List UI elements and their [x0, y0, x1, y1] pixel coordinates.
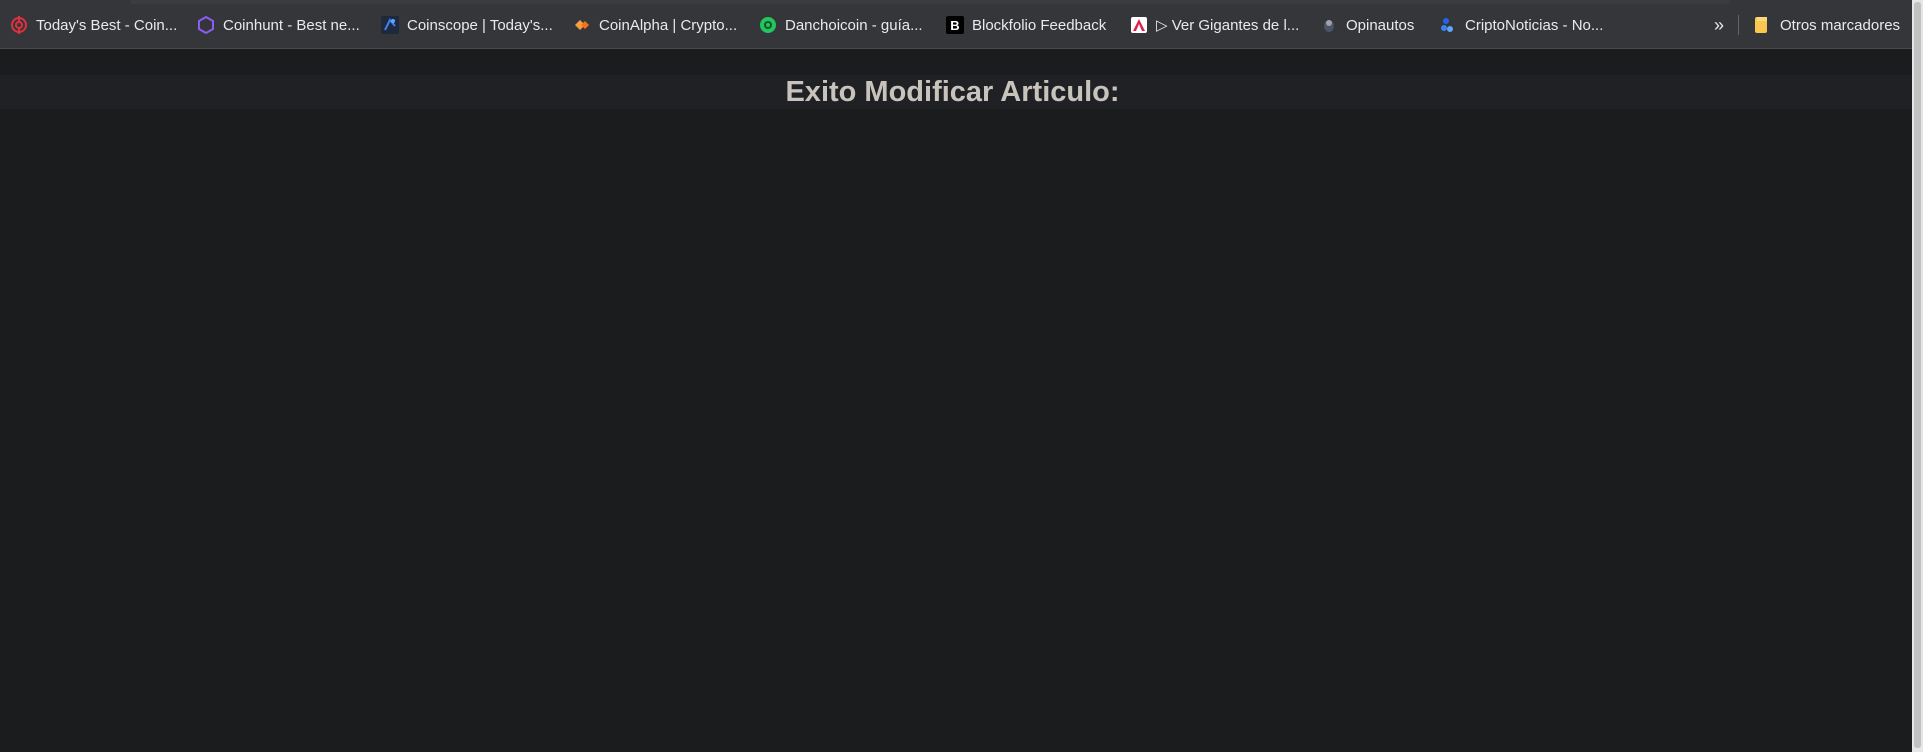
- bookmarks-bar: Today's Best - Coin... Coinhunt - Best n…: [0, 0, 1912, 49]
- svg-text:B: B: [950, 18, 959, 33]
- bookmark-label: Coinscope | Today's...: [407, 16, 553, 34]
- bookmark-gigantes[interactable]: ▷ Ver Gigantes de l...: [1130, 13, 1299, 37]
- bookmark-blockfolio[interactable]: B Blockfolio Feedback: [946, 13, 1106, 37]
- bookmark-todays-best[interactable]: Today's Best - Coin...: [10, 13, 177, 37]
- cube-icon: [1439, 16, 1457, 34]
- bookmark-coinalpha[interactable]: CoinAlpha | Crypto...: [573, 13, 737, 37]
- bookmark-label: CriptoNoticias - No...: [1465, 16, 1604, 34]
- bookmark-label: ▷ Ver Gigantes de l...: [1156, 17, 1300, 34]
- target-icon: [10, 16, 28, 34]
- page-content: Exito Modificar Articulo:: [0, 50, 1912, 752]
- more-bookmarks-button[interactable]: »: [1714, 13, 1724, 37]
- bookmark-coinscope[interactable]: Coinscope | Today's...: [381, 13, 553, 37]
- other-bookmarks-button[interactable]: Otros marcadores: [1752, 13, 1900, 37]
- flag-icon: [1130, 16, 1148, 34]
- bookmark-label: Opinautos: [1346, 16, 1415, 34]
- bookmark-label: Today's Best - Coin...: [36, 16, 178, 34]
- bookmark-opinautos[interactable]: Opinautos: [1320, 13, 1414, 37]
- bookmarks-separator: [1738, 15, 1739, 35]
- tab-strip-edge: [130, 0, 1730, 4]
- bookmark-label: Danchoicoin - guía...: [785, 16, 923, 34]
- bookmark-danchoicoin[interactable]: Danchoicoin - guía...: [759, 13, 923, 37]
- bookmark-criptonoticias[interactable]: CriptoNoticias - No...: [1439, 13, 1603, 37]
- diamond-icon: [573, 16, 591, 34]
- bookmark-label: CoinAlpha | Crypto...: [599, 16, 738, 34]
- page-title: Exito Modificar Articulo:: [785, 76, 1120, 108]
- folder-icon: [1752, 16, 1770, 34]
- bookmark-label: Coinhunt - Best ne...: [223, 16, 360, 34]
- other-bookmarks-label: Otros marcadores: [1780, 16, 1901, 34]
- hexagon-icon: [197, 16, 215, 34]
- globe-icon: [759, 16, 777, 34]
- bookmark-label: Blockfolio Feedback: [972, 16, 1107, 34]
- letter-b-icon: B: [946, 16, 964, 34]
- vertical-scrollbar[interactable]: [1912, 0, 1923, 752]
- bookmark-coinhunt[interactable]: Coinhunt - Best ne...: [197, 13, 360, 37]
- coinscope-icon: [381, 16, 399, 34]
- cat-icon: [1320, 16, 1338, 34]
- scrollbar-thumb[interactable]: [1914, 2, 1921, 748]
- browser-window: Today's Best - Coin... Coinhunt - Best n…: [0, 0, 1923, 752]
